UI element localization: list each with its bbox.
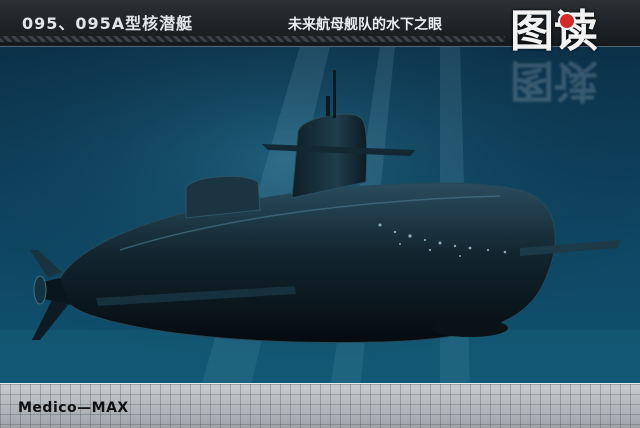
- logo-target-icon: [558, 12, 576, 30]
- mast: [333, 70, 336, 118]
- logo-text: 图读: [510, 6, 598, 57]
- page-subtitle: 未来航母舰队的水下之眼: [288, 17, 442, 33]
- periscope: [326, 96, 330, 116]
- footer-brand: Medico—MAX: [18, 400, 129, 416]
- propulsor: [33, 275, 47, 305]
- sonar-dome: [432, 319, 508, 337]
- logo-reflection: 图读: [510, 55, 598, 106]
- logo: 图读 图读: [510, 6, 622, 106]
- page-title: 095、095A型核潜艇: [22, 14, 194, 33]
- header-stripe: [0, 36, 505, 42]
